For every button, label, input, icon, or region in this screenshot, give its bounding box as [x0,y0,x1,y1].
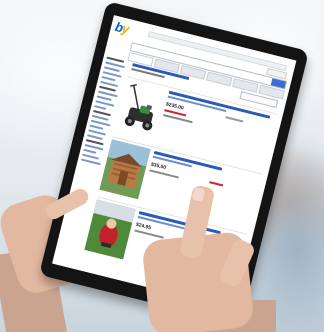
sidebar-link[interactable] [83,148,97,154]
garden-shed-image [99,139,151,200]
photo-scene: b y $235.00 $35.00 $24.95 [0,0,324,332]
listing-time-left [209,181,224,187]
listing-shipping [163,114,193,124]
sidebar-link[interactable] [89,124,104,130]
lawn-figure-image [84,199,136,260]
lawn-mower-image [114,79,166,140]
sidebar-link[interactable] [101,75,116,82]
site-logo: b y [114,19,146,41]
sidebar-link[interactable] [94,105,107,110]
listing-time-left [225,116,244,123]
